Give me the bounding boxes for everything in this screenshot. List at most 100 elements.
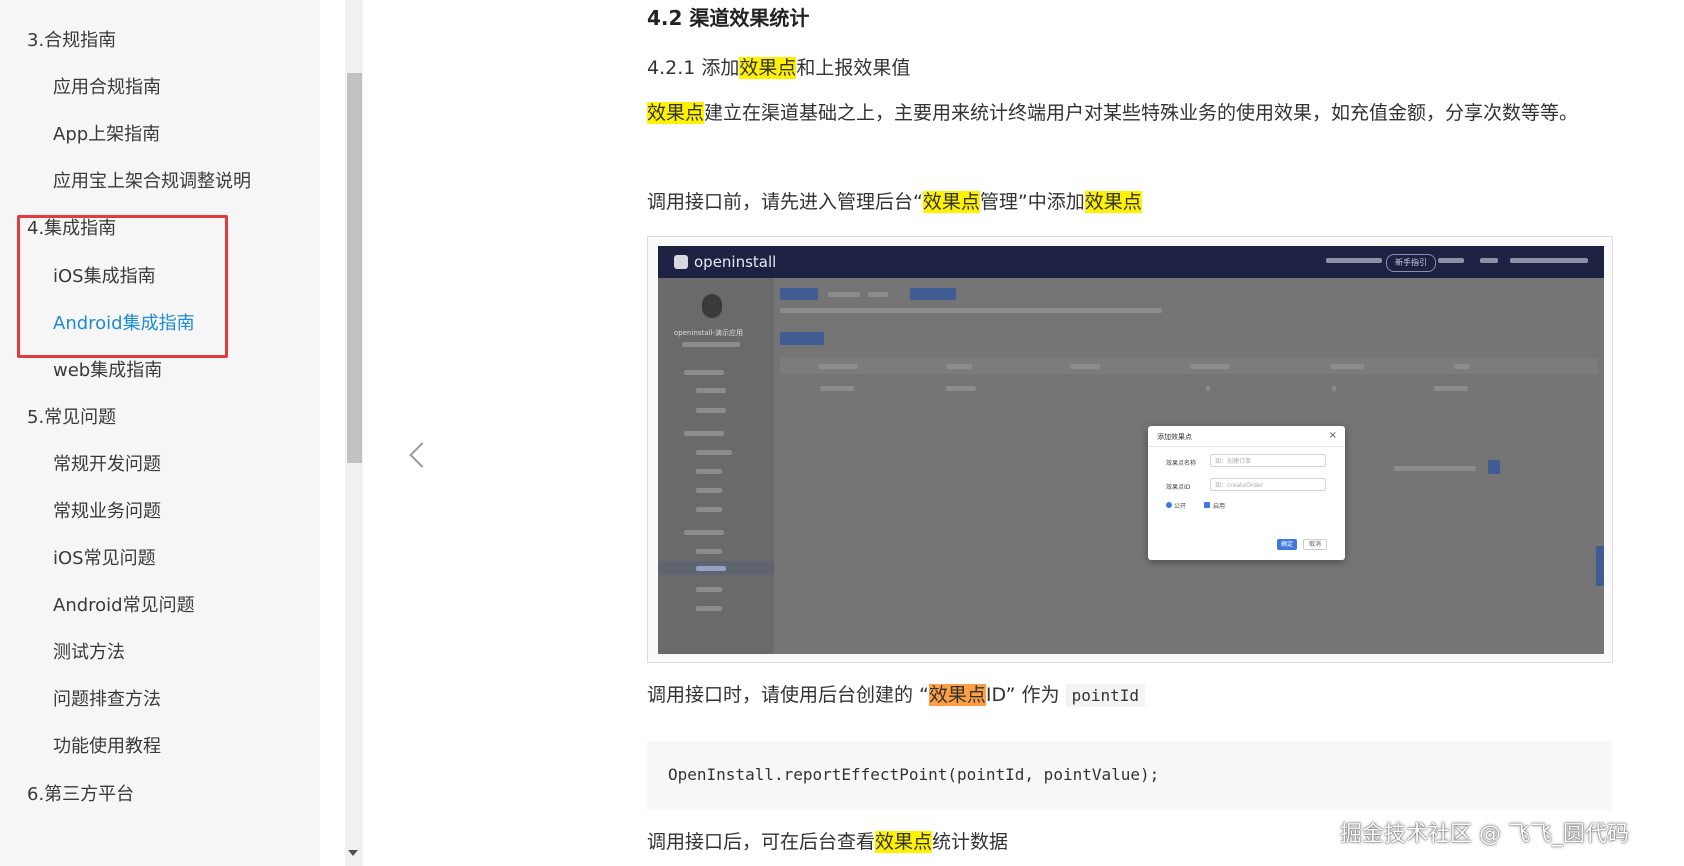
sidebar-item[interactable]: 6.第三方平台 xyxy=(27,780,134,806)
keyword-highlight: 效果点 xyxy=(875,831,933,853)
sidebar-item[interactable]: App上架指南 xyxy=(53,120,160,146)
paragraph-before-call: 调用接口前，请先进入管理后台“效果点管理”中添加效果点 xyxy=(647,185,1142,219)
annotation-highlight-box xyxy=(17,215,228,358)
sidebar-item[interactable]: web集成指南 xyxy=(53,356,162,382)
shot-td xyxy=(1434,386,1468,391)
sidebar-item[interactable]: iOS常见问题 xyxy=(53,544,156,570)
sidebar-item[interactable]: 功能使用教程 xyxy=(53,732,161,758)
shot-th xyxy=(818,364,858,369)
shot-menu-line xyxy=(696,488,722,493)
shot-menu-line xyxy=(696,469,722,474)
sidebar-item[interactable]: 应用宝上架合规调整说明 xyxy=(53,167,251,193)
shot-th xyxy=(1454,364,1470,369)
dialog-divider xyxy=(1148,446,1345,447)
dialog-cancel-button: 取消 xyxy=(1303,539,1327,550)
enable-label: 启用 xyxy=(1213,503,1226,510)
shot-th xyxy=(1330,364,1364,369)
shot-add-effect-dialog: 添加效果点 × 效果点名称 如：创建订单 效果点ID 如：createOrder… xyxy=(1148,426,1345,560)
subsection-heading: 4.2.1 添加效果点和上报效果值 xyxy=(647,53,910,80)
subheading-suffix: 和上报效果值 xyxy=(796,57,911,79)
effect-id-input: 如：createOrder xyxy=(1210,478,1326,491)
inline-code: pointId xyxy=(1065,684,1145,707)
sidebar-item[interactable]: 应用合规指南 xyxy=(53,73,161,99)
sidebar-item[interactable]: 测试方法 xyxy=(53,638,125,664)
effect-name-input: 如：创建订单 xyxy=(1210,454,1326,467)
shot-td xyxy=(820,386,854,391)
paragraph-text: 调用接口前，请先进入管理后台“ xyxy=(647,191,923,213)
effect-name-label: 效果点名称 xyxy=(1166,460,1197,467)
paragraph-text: 建立在渠道基础之上，主要用来统计终端用户对某些特殊业务的使用效果，如充值金额，分… xyxy=(704,102,1579,124)
sidebar-item[interactable]: 常规开发问题 xyxy=(53,450,161,476)
sidebar-item[interactable]: 常规业务问题 xyxy=(53,497,161,523)
shot-topbar-text xyxy=(1326,258,1382,263)
paragraph-text: 调用接口时，请使用后台创建的 “ xyxy=(647,684,929,706)
shot-td xyxy=(1206,386,1210,391)
sidebar-item[interactable]: 5.常见问题 xyxy=(27,403,116,429)
shot-topbar: openinstall 新手指引 xyxy=(658,246,1604,278)
shot-guide-button: 新手指引 xyxy=(1386,254,1436,272)
shot-menu-line xyxy=(684,530,724,535)
shot-menu-line xyxy=(696,566,726,571)
chevron-left-icon[interactable] xyxy=(409,442,435,468)
shot-pagination-text xyxy=(1394,466,1476,471)
shot-main: 添加效果点 × 效果点名称 如：创建订单 效果点ID 如：createOrder… xyxy=(774,278,1604,654)
keyword-highlight: 效果点 xyxy=(647,102,705,124)
shot-tab-line xyxy=(828,292,860,297)
keyword-highlight: 效果点 xyxy=(1084,191,1142,213)
shot-topbar-text xyxy=(1510,258,1588,263)
shot-th xyxy=(1190,364,1230,369)
paragraph-during-call: 调用接口时，请使用后台创建的 “效果点ID” 作为 pointId xyxy=(647,678,1145,713)
shot-td xyxy=(1332,386,1336,391)
paragraph-text: 调用接口后，可在后台查看 xyxy=(647,831,876,853)
shot-logo-text: openinstall xyxy=(694,253,777,271)
shot-menu-line xyxy=(696,408,726,413)
dialog-close-icon: × xyxy=(1328,430,1337,441)
embedded-screenshot: openinstall 新手指引 openinstall-演示应用 添加效果点 … xyxy=(658,246,1604,654)
public-label: 公开 xyxy=(1174,503,1187,510)
shot-table-header xyxy=(780,358,1598,374)
shot-logo: openinstall xyxy=(674,253,776,271)
shot-topbar-text xyxy=(1438,258,1464,263)
section-heading: 4.2 渠道效果统计 xyxy=(647,6,810,30)
shot-menu-line xyxy=(684,431,724,436)
checkbox-icon xyxy=(1204,502,1210,508)
shot-page-button xyxy=(1488,460,1500,474)
keyword-highlight: 效果点 xyxy=(928,684,986,706)
watermark: 掘金技术社区 @ 飞飞_圆代码 xyxy=(1340,822,1629,847)
shot-text-line xyxy=(682,342,740,347)
shot-topbar-text xyxy=(1480,258,1498,263)
shot-menu-line xyxy=(696,507,722,512)
info-icon xyxy=(1166,502,1172,508)
paragraph-intro: 效果点建立在渠道基础之上，主要用来统计终端用户对某些特殊业务的使用效果，如充值金… xyxy=(647,96,1607,130)
scroll-down-arrow-icon[interactable] xyxy=(348,850,358,856)
sidebar-item[interactable]: 问题排查方法 xyxy=(53,685,161,711)
shot-menu-line xyxy=(696,587,722,592)
shot-th xyxy=(1070,364,1100,369)
shot-add-button xyxy=(780,332,824,345)
code-text: OpenInstall.reportEffectPoint(pointId, p… xyxy=(668,765,1160,784)
shot-tab-line xyxy=(868,292,888,297)
paragraph-after-call: 调用接口后，可在后台查看效果点统计数据 xyxy=(647,825,1008,859)
subheading-prefix: 4.2.1 添加 xyxy=(647,57,740,79)
sidebar-scrollbar-thumb[interactable] xyxy=(347,73,362,463)
dialog-ok-button: 确定 xyxy=(1277,539,1297,550)
paragraph-text: ID” 作为 xyxy=(985,684,1066,706)
shot-side-tab xyxy=(1596,546,1604,586)
shot-menu-line xyxy=(696,450,732,455)
shot-hint-line xyxy=(780,308,1162,313)
shot-menu-line xyxy=(696,606,722,611)
paragraph-text: 统计数据 xyxy=(932,831,1009,853)
shot-th xyxy=(946,364,972,369)
shot-left-menu: openinstall-演示应用 xyxy=(658,278,774,654)
shot-tab xyxy=(780,288,818,300)
app-icon xyxy=(702,294,722,318)
sidebar-item[interactable]: 3.合规指南 xyxy=(27,26,116,52)
sidebar-item[interactable]: Android常见问题 xyxy=(53,591,195,617)
shot-menu-line xyxy=(696,388,726,393)
shot-tab xyxy=(910,288,956,300)
shot-menu-line xyxy=(684,370,724,375)
openinstall-logo-icon xyxy=(674,255,688,269)
shot-td xyxy=(946,386,976,391)
code-block: OpenInstall.reportEffectPoint(pointId, p… xyxy=(647,741,1612,810)
keyword-highlight: 效果点 xyxy=(922,191,980,213)
